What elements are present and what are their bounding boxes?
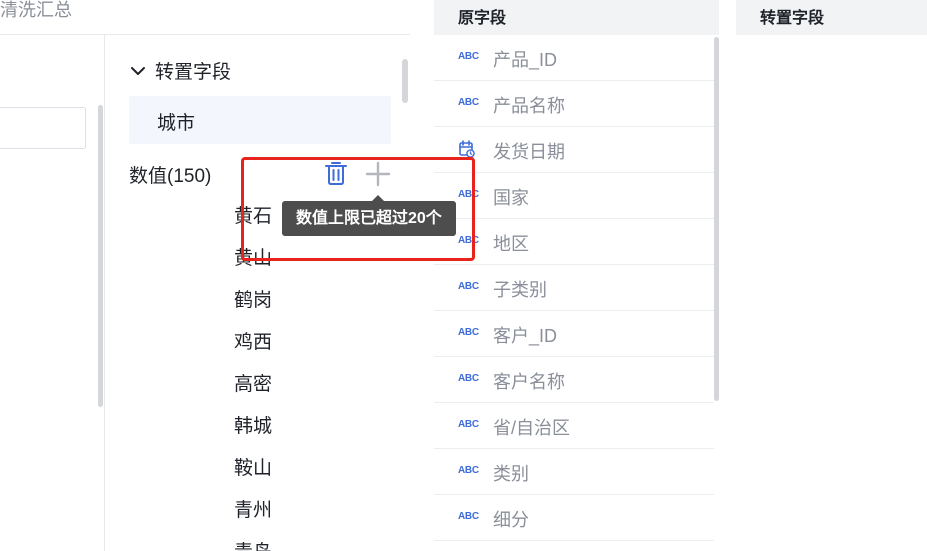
text-type-icon: ABC (458, 327, 479, 338)
field-row[interactable]: ABC 客户_ID (434, 311, 714, 357)
left-search-input[interactable] (0, 107, 86, 149)
field-row[interactable]: ABC 细分 (434, 495, 714, 541)
original-fields-header-label: 原字段 (458, 10, 507, 27)
group-header[interactable]: 转置字段 (129, 57, 231, 84)
transpose-group-panel: 转置字段 城市 数值(150) 黄石黄山鹤岗鸡西高密韩城鞍山青州青岛 (105, 35, 410, 551)
selected-field-item[interactable]: 城市 (129, 96, 391, 144)
field-name: 发货日期 (493, 142, 565, 162)
field-name: 客户名称 (493, 372, 565, 392)
left-scrollbar[interactable] (98, 105, 103, 407)
field-name: 客户_ID (493, 326, 558, 346)
highlight-box (241, 157, 475, 261)
field-row[interactable]: ABC 子类别 (434, 265, 714, 311)
field-name: 地区 (493, 234, 529, 254)
field-row[interactable]: ABC 类别 (434, 449, 714, 495)
field-name: 产品_ID (493, 50, 558, 70)
text-type-icon: ABC (458, 97, 479, 108)
value-list-item[interactable]: 青岛 (234, 537, 272, 551)
original-fields-header: 原字段 (434, 0, 719, 35)
field-row[interactable]: ABC 产品名称 (434, 81, 714, 127)
value-list-item[interactable]: 鹤岗 (234, 285, 272, 312)
field-name: 国家 (493, 188, 529, 208)
field-name: 省/自治区 (493, 418, 571, 438)
field-row[interactable]: ABC 省/自治区 (434, 403, 714, 449)
value-list-item[interactable]: 鸡西 (234, 327, 272, 354)
transposed-fields-header: 转置字段 (736, 0, 927, 35)
group-header-label: 转置字段 (155, 62, 232, 83)
field-name: 子类别 (493, 280, 547, 300)
text-type-icon: ABC (458, 373, 479, 384)
value-list-item[interactable]: 鞍山 (234, 453, 272, 480)
left-panel-title: 清洗汇总 (0, 0, 72, 20)
field-name: 产品名称 (493, 96, 565, 116)
transposed-fields-header-label: 转置字段 (760, 10, 825, 27)
field-row[interactable]: ABC 产品_ID (434, 35, 714, 81)
value-list-item[interactable]: 韩城 (234, 411, 272, 438)
chevron-down-icon (131, 66, 145, 75)
text-type-icon: ABC (458, 511, 479, 522)
text-type-icon: ABC (458, 465, 479, 476)
value-list-item[interactable]: 青州 (234, 495, 272, 522)
selected-field-label: 城市 (157, 113, 196, 134)
original-fields-scrollbar[interactable] (714, 37, 719, 401)
field-row[interactable]: ABC 国家 (434, 173, 714, 219)
left-panel-column (0, 35, 105, 551)
group-panel-scrollbar[interactable] (402, 59, 408, 103)
field-row[interactable]: ABC 客户名称 (434, 357, 714, 403)
left-panel-header: 清洗汇总 (0, 0, 410, 35)
value-list-item[interactable]: 高密 (234, 369, 272, 396)
field-row[interactable]: ABC 地区 (434, 219, 714, 265)
text-type-icon: ABC (458, 51, 479, 62)
text-type-icon: ABC (458, 419, 479, 430)
field-name: 类别 (493, 464, 529, 484)
field-row[interactable]: 发货日期 (434, 127, 714, 173)
field-name: 细分 (493, 510, 529, 530)
calendar-icon (459, 140, 475, 158)
value-count-label: 数值(150) (129, 166, 212, 187)
text-type-icon: ABC (458, 281, 479, 292)
original-fields-list: ABC 产品_ID ABC 产品名称 发货日期 ABC 国家 ABC 地区 ABC 子类别 ABC 客户… (434, 35, 714, 551)
